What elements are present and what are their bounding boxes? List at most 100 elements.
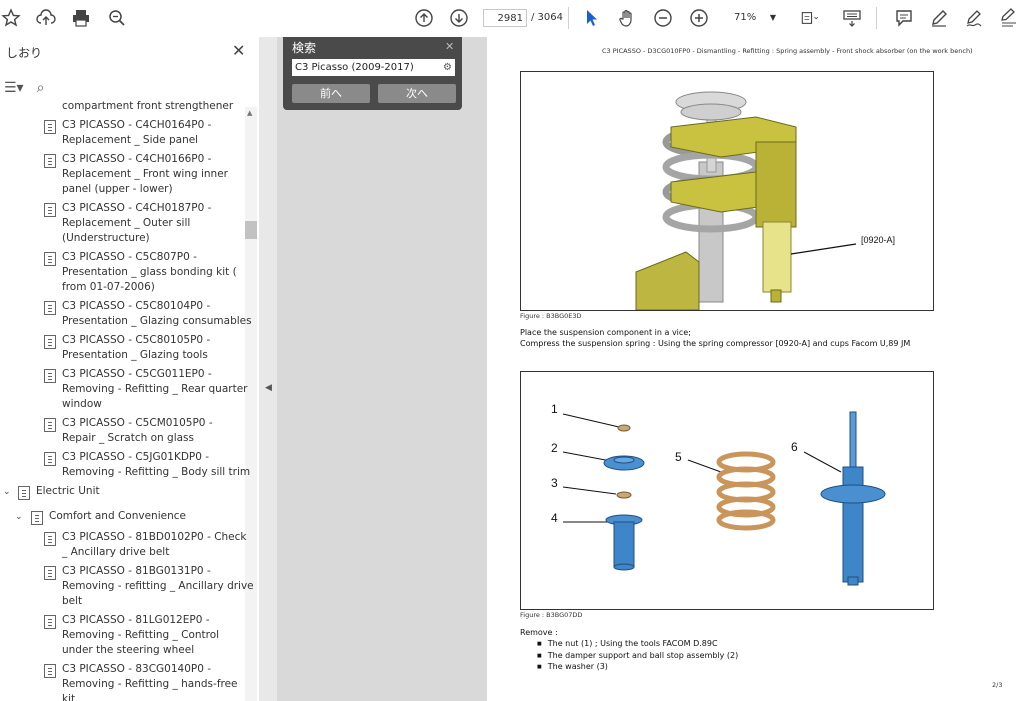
bookmark-line: C3 PICASSO - C5C807P0 - [62,251,197,263]
bookmark-page-icon [44,664,56,678]
bookmarks-scrollbar[interactable] [245,107,257,701]
bookmark-line: Repair _ Scratch on glass [62,432,194,444]
pdf-page: C3 PICASSO - D3CG010FP0 - Dismantling - … [487,37,1023,701]
callout-label: 1 [551,402,558,416]
panel-collapse-handle[interactable]: ◀ [259,37,277,701]
bookmark-page-icon [44,301,56,315]
callout-label: 2 [551,441,558,455]
zoom-out-icon[interactable] [653,8,673,28]
select-cursor-icon[interactable] [582,8,602,28]
bookmark-page-icon [44,369,56,383]
options-menu-icon[interactable]: ☰▾ [4,80,24,96]
bookmark-line: belt [62,595,83,607]
bookmark-page-icon [44,203,56,217]
hand-tool-icon[interactable] [617,8,637,28]
bookmark-line: Replacement _ Side panel [62,134,199,146]
upload-cloud-icon[interactable] [36,8,56,28]
pen-highlight-icon[interactable] [929,8,949,28]
scroll-up-icon[interactable]: ▲ [247,109,252,117]
gear-icon[interactable]: ⚙ [443,59,452,76]
star-icon[interactable] [1,8,21,28]
previous-page-icon[interactable] [414,8,434,28]
search-panel: 検索 ✕ C3 Picasso (2009-2017) ⚙ 前へ 次へ [283,37,462,110]
figure-caption: Figure : B3BG07DD [520,611,583,619]
bookmark-page-icon [44,154,56,168]
bookmark-line: compartment front strengthener [62,100,234,112]
list-item: The nut (1) ; Using the tools FACOM D.89… [537,639,738,651]
search-input[interactable]: C3 Picasso (2009-2017) ⚙ [292,59,455,76]
figure-spring-compressor: [0920-A] [520,71,934,311]
fit-page-icon[interactable] [797,8,823,28]
comment-icon[interactable] [894,8,914,28]
zoom-level: 71% [734,12,757,23]
bookmark-page-icon [18,486,30,500]
search-zoom-icon[interactable] [107,8,127,28]
bookmark-line: Removing - Refitting _ Control [62,629,220,641]
bookmarks-toolbar: ☰▾ ⌕ [4,77,53,99]
bookmark-line: Presentation _ glass bonding kit ( [62,266,237,278]
search-query: C3 Picasso (2009-2017) [295,62,414,73]
exploded-view-illustration [562,411,886,586]
previous-result-button[interactable]: 前へ [292,84,370,103]
list-item: The washer (3) [537,662,738,674]
next-result-button[interactable]: 次へ [378,84,456,103]
page-total: / 3064 [531,12,563,23]
bookmark-line: C3 PICASSO - 81BD0102P0 - Check [62,531,247,543]
callout-label: 3 [551,476,558,490]
bookmark-page-icon [44,615,56,629]
bookmark-line: C3 PICASSO - 81BG0131P0 - [62,565,211,577]
bookmark-page-icon [44,452,56,466]
bookmark-line: (Understructure) [62,232,150,244]
bookmark-line: Replacement _ Outer sill [62,217,191,229]
bookmark-line: Removing - Refitting _ Body sill trim [62,466,251,478]
collapse-caret-icon[interactable]: ⌄ [15,512,23,522]
close-icon[interactable]: ✕ [232,41,245,60]
search-title: 検索 [292,41,317,55]
zoom-level-select[interactable]: 71% ▼ [722,9,780,27]
bookmark-line: Presentation _ Glazing tools [62,349,208,361]
bookmark-line: C3 PICASSO - C4CH0166P0 - [62,153,212,165]
bookmark-line: _ Ancillary drive belt [62,546,170,558]
bookmark-line: kit [62,693,76,701]
scrollbar-thumb[interactable] [245,221,257,239]
bookmark-page-icon [44,418,56,432]
figure-exploded-view: 1 2 3 4 5 6 [520,371,934,610]
bookmark-line: Replacement _ Front wing inner [62,168,228,180]
zoom-in-icon[interactable] [689,8,709,28]
figure-caption: Figure : B3BG0E3D [520,312,582,320]
bookmark-line: Removing - Refitting _ hands-free [62,678,238,690]
bookmark-line: C3 PICASSO - 83CG0140P0 - [62,663,212,675]
keyboard-icon[interactable] [842,8,862,28]
collapse-caret-icon[interactable]: ⌄ [3,487,11,497]
tool-reference-label: [0920-A] [861,235,896,245]
edit-text-icon[interactable] [999,8,1019,28]
bookmark-line: C3 PICASSO - C5CG011EP0 - [62,368,212,380]
spring-compressor-illustration [635,91,857,311]
remove-list: The nut (1) ; Using the tools FACOM D.89… [537,639,739,674]
bookmark-page-icon [31,511,43,525]
sign-icon[interactable] [964,8,984,28]
page-number-input[interactable]: 2981 [483,9,527,27]
instruction-line: Place the suspension component in a vice… [520,328,691,337]
toolbar-divider [876,7,877,29]
print-icon[interactable] [71,8,91,28]
find-bookmark-icon[interactable]: ⌕ [37,80,45,96]
bookmark-line: C3 PICASSO - C5JG01KDP0 - [62,451,210,463]
toolbar-divider [568,7,569,29]
collapse-left-icon: ◀ [265,383,272,393]
instruction-line: Compress the suspension spring : Using t… [520,339,911,348]
bookmark-line: panel (upper - lower) [62,183,173,195]
bookmarks-panel: しおり ✕ ☰▾ ⌕ ▲ compartment front strengthe… [0,37,260,701]
bookmark-line: C3 PICASSO - 81LG012EP0 - [62,614,210,626]
bookmark-page-icon [44,335,56,349]
bookmark-line: C3 PICASSO - C4CH0187P0 - [62,202,212,214]
chevron-down-icon: ▼ [769,13,776,22]
remove-title: Remove : [520,628,558,637]
bookmark-page-icon [44,532,56,546]
callout-label: 6 [791,440,798,454]
next-page-icon[interactable] [449,8,469,28]
bookmark-page-icon [44,566,56,580]
bookmarks-title: しおり [6,46,43,60]
bookmark-line: window [62,398,102,410]
close-icon[interactable]: ✕ [445,40,454,53]
